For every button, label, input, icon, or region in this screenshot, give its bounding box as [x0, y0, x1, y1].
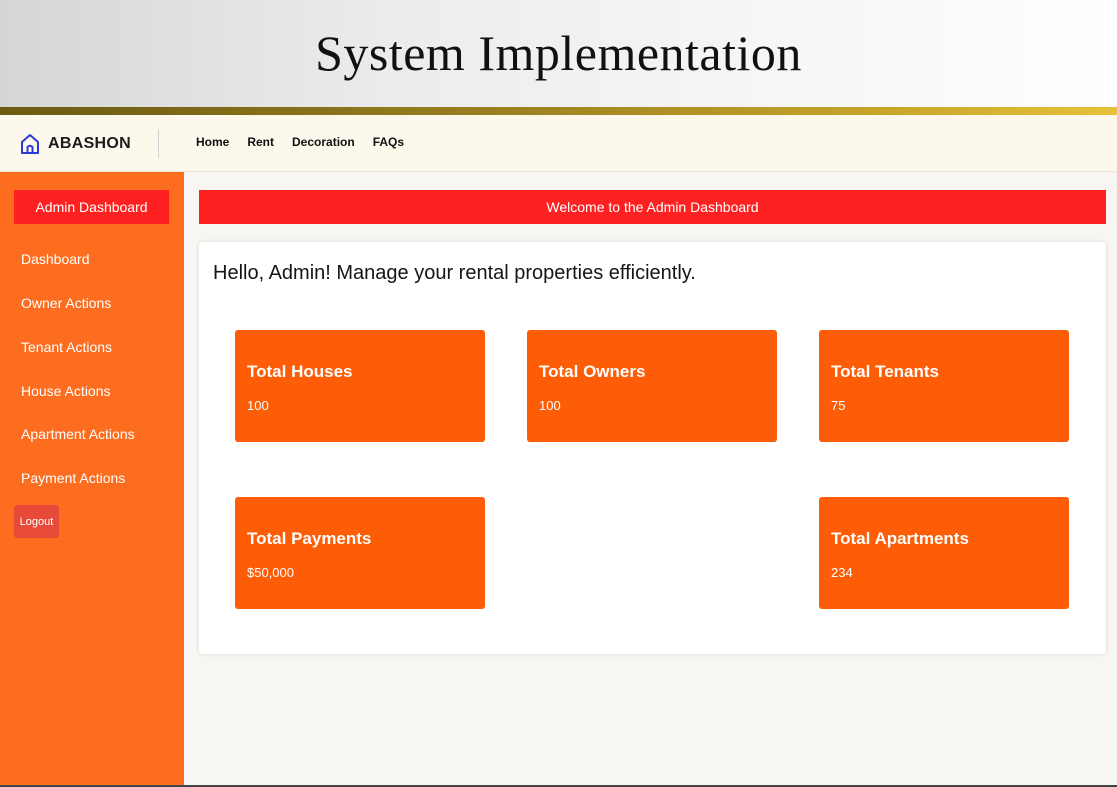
welcome-banner: Welcome to the Admin Dashboard — [199, 190, 1106, 224]
slide-title: System Implementation — [315, 25, 802, 81]
nav-divider — [158, 129, 159, 158]
stat-card-title: Total Apartments — [831, 529, 969, 548]
nav-link-home[interactable]: Home — [196, 135, 229, 149]
sidebar-title[interactable]: Admin Dashboard — [14, 190, 169, 224]
brand-name: ABASHON — [48, 135, 131, 152]
nav-link-rent[interactable]: Rent — [247, 135, 274, 149]
sidebar-item-house-actions[interactable]: House Actions — [21, 383, 111, 399]
greeting-text: Hello, Admin! Manage your rental propert… — [213, 262, 696, 284]
nav-links: Home Rent Decoration FAQs — [196, 135, 404, 149]
home-icon — [20, 133, 40, 155]
sidebar-item-apartment-actions[interactable]: Apartment Actions — [21, 426, 135, 442]
stat-card-title: Total Houses — [247, 362, 353, 381]
stat-card-value: 234 — [831, 565, 853, 580]
sidebar-item-owner-actions[interactable]: Owner Actions — [21, 295, 111, 311]
stat-card-total-apartments[interactable]: Total Apartments 234 — [819, 497, 1069, 609]
stat-card-total-payments[interactable]: Total Payments $50,000 — [235, 497, 485, 609]
stat-card-value: $50,000 — [247, 565, 294, 580]
nav-link-faqs[interactable]: FAQs — [373, 135, 404, 149]
sidebar-item-dashboard[interactable]: Dashboard — [21, 251, 90, 267]
stat-card-total-owners[interactable]: Total Owners 100 — [527, 330, 777, 442]
top-navbar: ABASHON Home Rent Decoration FAQs — [0, 115, 1117, 172]
stat-card-title: Total Owners — [539, 362, 646, 381]
slide-header: System Implementation — [0, 0, 1117, 107]
slide-divider — [0, 107, 1117, 115]
stat-card-value: 75 — [831, 398, 846, 413]
dashboard-panel: Hello, Admin! Manage your rental propert… — [199, 242, 1106, 654]
stat-card-value: 100 — [539, 398, 561, 413]
nav-link-decoration[interactable]: Decoration — [292, 135, 355, 149]
sidebar: Admin Dashboard Dashboard Owner Actions … — [0, 172, 184, 787]
stat-card-total-houses[interactable]: Total Houses 100 — [235, 330, 485, 442]
main-content: Welcome to the Admin Dashboard Hello, Ad… — [184, 172, 1117, 787]
stat-card-title: Total Payments — [247, 529, 372, 548]
sidebar-item-tenant-actions[interactable]: Tenant Actions — [21, 339, 112, 355]
brand-logo[interactable]: ABASHON — [20, 131, 131, 157]
logout-button[interactable]: Logout — [14, 505, 59, 538]
stat-card-total-tenants[interactable]: Total Tenants 75 — [819, 330, 1069, 442]
stat-card-value: 100 — [247, 398, 269, 413]
sidebar-item-payment-actions[interactable]: Payment Actions — [21, 470, 125, 486]
stat-card-title: Total Tenants — [831, 362, 939, 381]
